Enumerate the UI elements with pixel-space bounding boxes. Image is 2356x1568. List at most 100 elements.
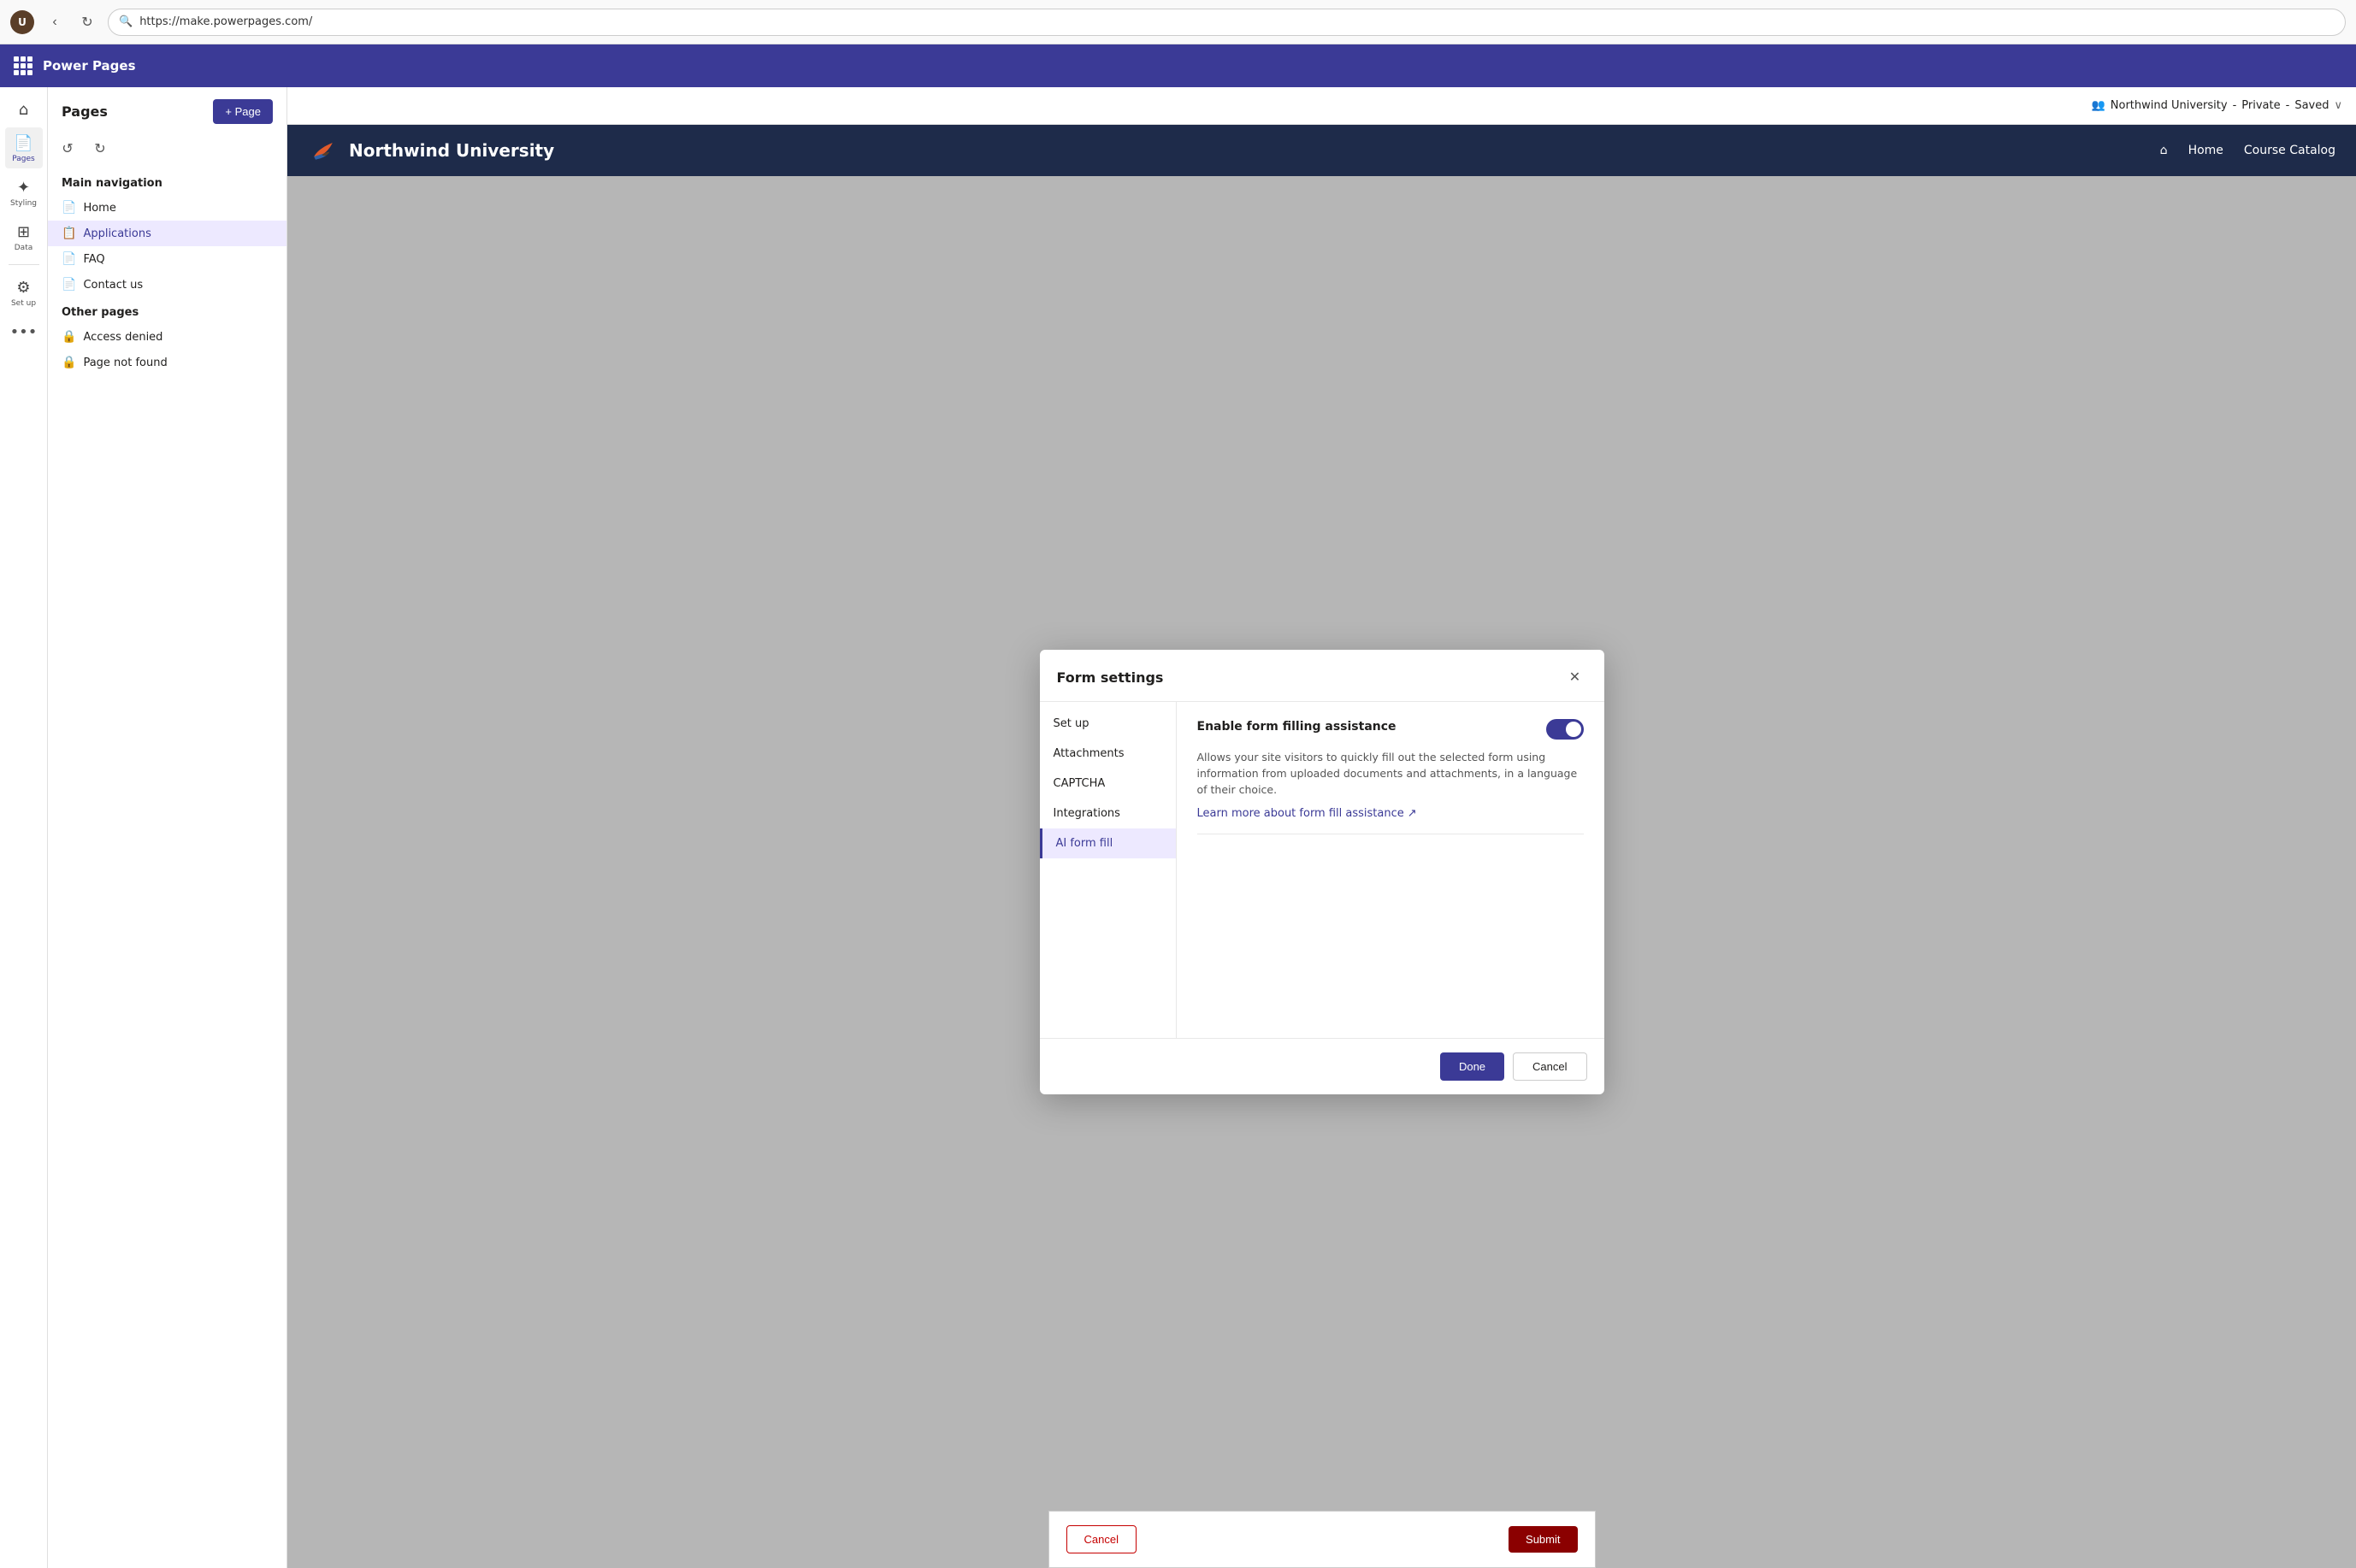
nav-item-label: Home: [83, 202, 115, 215]
website-nav: ⌂ Home Course Catalog: [2160, 144, 2335, 157]
sidebar-item-home[interactable]: ⌂: [5, 94, 43, 124]
modal-body: Set up Attachments CAPTCHA: [1040, 702, 1604, 1038]
sidebar-item-setup[interactable]: ⚙ Set up: [5, 272, 43, 313]
icon-sidebar: ⌂ 📄 Pages ✦ Styling ⊞ Data ⚙ Set up •••: [0, 87, 48, 1568]
nav-item-label: Page not found: [83, 357, 167, 369]
section-description: Allows your site visitors to quickly fil…: [1197, 750, 1584, 798]
top-nav: Power Pages: [0, 44, 2356, 87]
sidebar-item-data[interactable]: ⊞ Data: [5, 216, 43, 257]
pages-panel: Pages + Page ↺ ↻ Main navigation 📄 Home: [48, 87, 287, 1568]
cancel-button[interactable]: Cancel: [1513, 1052, 1586, 1081]
sidebar-item-styling[interactable]: ✦ Styling: [5, 172, 43, 213]
address-bar[interactable]: 🔍 https://make.powerpages.com/: [108, 9, 2346, 36]
nav-item-label: Access denied: [83, 331, 162, 344]
site-toolbar: 👥 Northwind University - Private - Saved…: [287, 87, 2356, 125]
data-icon: ⊞: [17, 223, 30, 241]
redo-button[interactable]: ↻: [87, 136, 113, 162]
modal-header: Form settings ✕: [1040, 650, 1604, 702]
page-icon: 📄: [62, 278, 76, 292]
site-visibility: Private: [2241, 99, 2280, 112]
sidebar-item-label: Data: [15, 244, 33, 252]
lock-icon: 🔒: [62, 330, 76, 344]
close-icon: ✕: [1569, 669, 1580, 686]
section-title: Enable form filling assistance: [1197, 720, 1396, 734]
sidebar-item-pages[interactable]: 📄 Pages: [5, 127, 43, 168]
back-button[interactable]: ‹: [43, 10, 67, 34]
pages-panel-title: Pages: [62, 103, 108, 120]
lock-icon: 🔒: [62, 356, 76, 369]
modal-nav-ai-form-fill[interactable]: AI form fill: [1040, 828, 1176, 858]
modal-sidebar: Set up Attachments CAPTCHA: [1040, 702, 1177, 1038]
pages-panel-header: Pages + Page: [48, 87, 286, 133]
sidebar-item-label: Pages: [12, 155, 34, 163]
sidebar-item-label: Set up: [11, 299, 36, 308]
modal-title: Form settings: [1057, 669, 1164, 686]
form-settings-modal: Form settings ✕ Set up: [1040, 650, 1604, 1094]
nav-item-label: Applications: [83, 227, 151, 240]
main-area: ⌂ 📄 Pages ✦ Styling ⊞ Data ⚙ Set up •••: [0, 87, 2356, 1568]
redo-icon: ↻: [94, 140, 105, 157]
more-options-icon[interactable]: •••: [3, 316, 44, 348]
modal-close-button[interactable]: ✕: [1563, 665, 1587, 689]
setup-icon: ⚙: [16, 279, 30, 297]
nav-item-home[interactable]: 📄 Home: [48, 195, 286, 221]
modal-content: Enable form filling assistance: [1177, 702, 1604, 1038]
user-avatar: U: [10, 10, 34, 34]
site-name: Northwind University: [2111, 99, 2228, 112]
sidebar-separator: [9, 264, 39, 265]
browser-chrome: U ‹ ↻ 🔍 https://make.powerpages.com/: [0, 0, 2356, 44]
nav-item-faq[interactable]: 📄 FAQ: [48, 246, 286, 272]
pages-icon: 📄: [14, 134, 32, 152]
nav-home-link[interactable]: Home: [2188, 144, 2223, 157]
home-icon: ⌂: [19, 101, 28, 119]
chevron-down-icon: ∨: [2334, 99, 2342, 112]
pages-toolbar: ↺ ↻: [48, 133, 286, 168]
app-shell: Power Pages ⌂ 📄 Pages ✦ Styling ⊞ Data ⚙: [0, 44, 2356, 1568]
other-pages-title: Other pages: [48, 298, 286, 324]
sidebar-item-label: Styling: [10, 199, 37, 208]
website-header: Northwind University ⌂ Home Course Catal…: [287, 125, 2356, 176]
modal-footer: Done Cancel: [1040, 1038, 1604, 1094]
nav-item-page-not-found[interactable]: 🔒 Page not found: [48, 350, 286, 375]
url-text: https://make.powerpages.com/: [139, 15, 312, 28]
undo-button[interactable]: ↺: [55, 136, 80, 162]
toggle-row: Enable form filling assistance: [1197, 719, 1584, 740]
app-title: Power Pages: [43, 58, 136, 74]
apps-icon[interactable]: [14, 56, 32, 75]
learn-more-link[interactable]: Learn more about form fill assistance ↗: [1197, 807, 1417, 820]
site-separator2: -: [2286, 99, 2290, 112]
modal-backdrop: Form settings ✕ Set up: [287, 176, 2356, 1568]
home-nav-icon: ⌂: [2160, 144, 2168, 157]
logo-bird-icon: [308, 135, 339, 166]
nav-item-label: FAQ: [83, 253, 104, 266]
website-container: Northwind University ⌂ Home Course Catal…: [287, 125, 2356, 1568]
modal-nav-attachments[interactable]: Attachments: [1040, 739, 1176, 769]
form-fill-toggle[interactable]: [1546, 719, 1584, 740]
done-button[interactable]: Done: [1440, 1052, 1504, 1081]
styling-icon: ✦: [17, 179, 30, 197]
nav-item-contact[interactable]: 📄 Contact us: [48, 272, 286, 298]
add-page-button[interactable]: + Page: [213, 99, 273, 124]
page-icon: 📄: [62, 201, 76, 215]
nav-item-label: Contact us: [83, 279, 143, 292]
site-status: Saved: [2294, 99, 2329, 112]
toggle-thumb: [1566, 722, 1581, 737]
nav-course-catalog-link[interactable]: Course Catalog: [2244, 144, 2335, 157]
learn-more-label: Learn more about form fill assistance: [1197, 807, 1404, 820]
modal-nav-integrations[interactable]: Integrations: [1040, 799, 1176, 828]
modal-nav-setup[interactable]: Set up: [1040, 709, 1176, 739]
website-body: Cancel Submit Form settings: [287, 176, 2356, 1568]
site-separator: -: [2233, 99, 2237, 112]
nav-item-access-denied[interactable]: 🔒 Access denied: [48, 324, 286, 350]
modal-nav-captcha[interactable]: CAPTCHA: [1040, 769, 1176, 799]
main-nav-title: Main navigation: [48, 168, 286, 195]
site-info[interactable]: 👥 Northwind University - Private - Saved…: [2092, 99, 2342, 112]
page-icon: 📄: [62, 252, 76, 266]
add-page-label: + Page: [225, 105, 261, 118]
nav-item-applications[interactable]: 📋 Applications: [48, 221, 286, 246]
page-icon: 📋: [62, 227, 76, 240]
refresh-button[interactable]: ↻: [75, 10, 99, 34]
site-preview: 👥 Northwind University - Private - Saved…: [287, 87, 2356, 1568]
external-link-icon: ↗: [1408, 807, 1417, 820]
undo-icon: ↺: [62, 140, 73, 157]
